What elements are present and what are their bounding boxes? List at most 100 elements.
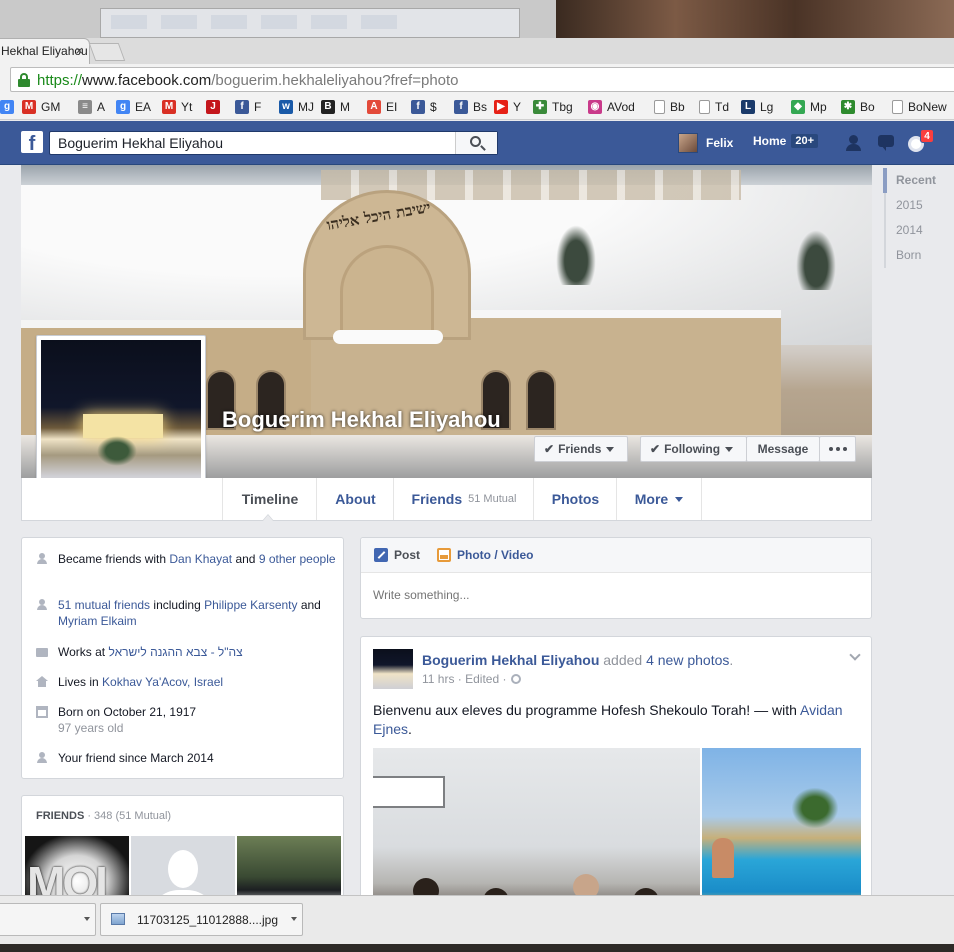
friends-card-header[interactable]: FRIENDS · 348 (51 Mutual) [36, 810, 171, 822]
people-icon [36, 553, 48, 565]
scrubber-item[interactable]: 2015 [886, 193, 954, 218]
check-icon: ✔ [650, 442, 661, 456]
tab-friends[interactable]: Friends 51 Mutual [393, 478, 534, 520]
tab-photos[interactable]: Photos [533, 478, 617, 520]
message-button[interactable]: Message [746, 436, 820, 462]
following-button[interactable]: ✔ Following [640, 436, 747, 462]
bookmark-label: Td [715, 100, 730, 114]
bookmark-item[interactable]: M GM [22, 100, 60, 114]
about-text: and [297, 598, 321, 612]
age-text: 97 years old [58, 721, 124, 735]
feed-story: Boguerim Hekhal Eliyahou added 4 new pho… [360, 636, 872, 926]
active-tab-pointer [262, 514, 274, 522]
scrubber-item[interactable]: Recent [883, 168, 954, 193]
maps-icon: ◆ [791, 100, 805, 114]
people-icon [36, 599, 48, 611]
composer-tab-photo[interactable]: Photo / Video [437, 548, 533, 562]
bookmark-item[interactable]: BM [321, 100, 350, 114]
chevron-down-icon[interactable] [291, 917, 297, 921]
bookmark-item[interactable]: Bb [654, 100, 685, 114]
lock-icon[interactable] [18, 73, 30, 87]
google-icon: g [116, 100, 130, 114]
friend-link[interactable]: Philippe Karsenty [204, 598, 297, 612]
messages-icon[interactable] [876, 133, 898, 153]
new-tab-button[interactable] [88, 43, 126, 61]
bookmark-item[interactable]: BoNew [892, 100, 947, 114]
bookmark-item[interactable]: ✱ Bo [841, 100, 875, 114]
background-window [0, 0, 556, 38]
bookmark-label: M [340, 100, 350, 114]
taskbar-strip [0, 944, 954, 952]
address-bar: https://www.facebook.com/boguerim.hekhal… [0, 64, 954, 94]
workplace-link[interactable]: צה"ל - צבא ההגנה לישראל [108, 645, 242, 659]
chevron-down-icon[interactable] [84, 917, 90, 921]
search-button[interactable] [455, 132, 497, 154]
bookmark-item[interactable]: J [206, 100, 225, 114]
story-timestamp[interactable]: 11 hrs · Edited · [422, 672, 506, 686]
check-icon: ✔ [544, 442, 555, 456]
download-item[interactable]: 11703125_11012888....jpg [100, 903, 303, 936]
background-window-strip [0, 0, 954, 38]
facebook-logo-icon[interactable]: f [21, 131, 43, 153]
background-ribbon [100, 8, 520, 38]
bookmark-label: AVod [607, 100, 635, 114]
tab-close-icon[interactable]: × [75, 43, 83, 58]
friends-button[interactable]: ✔ Friends [534, 436, 628, 462]
public-globe-icon[interactable] [511, 674, 522, 684]
profile-link[interactable]: Felix [678, 133, 733, 153]
location-link[interactable]: Kokhav Ya'Acov, Israel [102, 675, 223, 689]
story-author-link[interactable]: Boguerim Hekhal Eliyahou [422, 652, 599, 668]
scrubber-item[interactable]: 2014 [886, 218, 954, 243]
tab-timeline-label: Timeline [241, 491, 299, 507]
bookmark-item[interactable]: g [0, 100, 19, 114]
bookmark-label: Y [513, 100, 522, 114]
bookmark-item[interactable]: fF [235, 100, 261, 114]
notifications-globe-icon[interactable]: 4 [907, 129, 934, 153]
composer-tab-post[interactable]: Post [374, 548, 420, 562]
mutual-friends-link[interactable]: 51 mutual friends [58, 598, 150, 612]
page-title[interactable]: Boguerim Hekhal Eliyahou [222, 405, 522, 435]
facebook-icon: f [411, 100, 425, 114]
people-icon [36, 752, 48, 764]
friend-requests-icon[interactable] [843, 133, 865, 153]
bookmark-item[interactable]: f $ [411, 100, 437, 114]
download-item[interactable] [0, 903, 96, 936]
composer-tab-photo-label: Photo / Video [457, 548, 534, 562]
friend-link[interactable]: Myriam Elkaim [58, 614, 137, 628]
desktop-wallpaper [556, 0, 954, 38]
story-options-chevron-icon[interactable] [849, 649, 861, 661]
about-text: and [232, 552, 259, 566]
home-link[interactable]: Home 20+ [753, 134, 819, 148]
search-input[interactable] [50, 132, 456, 154]
tab-active[interactable]: Hekhal Eliyahou × [0, 38, 90, 64]
bookmark-item[interactable]: g EA [116, 100, 151, 114]
bookmark-item[interactable]: M Yt [162, 100, 192, 114]
tab-strip: Hekhal Eliyahou × [0, 38, 954, 64]
bookmark-item[interactable]: L Lg [741, 100, 773, 114]
tab-about[interactable]: About [316, 478, 394, 520]
bookmark-item[interactable]: ≡ A [78, 100, 105, 114]
url-text[interactable]: https://www.facebook.com/boguerim.hekhal… [37, 72, 459, 89]
bookmark-item[interactable]: ◆ Mp [791, 100, 827, 114]
new-photos-link[interactable]: 4 new photos [646, 652, 729, 668]
story-avatar[interactable] [373, 649, 413, 689]
others-link[interactable]: 9 other people [259, 552, 336, 566]
url-field[interactable]: https://www.facebook.com/boguerim.hekhal… [10, 67, 954, 92]
bookmark-item[interactable]: ✚ Tbg [533, 100, 573, 114]
bookmark-item[interactable]: Td [699, 100, 729, 114]
more-options-button[interactable] [819, 436, 856, 462]
friends-count: · 348 (51 Mutual) [84, 810, 172, 822]
bookmark-item[interactable]: ◉ AVod [588, 100, 635, 114]
avod-icon: ◉ [588, 100, 602, 114]
bookmark-item[interactable]: f Bs [454, 100, 487, 114]
bookmark-item[interactable]: A EI [367, 100, 397, 114]
bookmark-item[interactable]: w MJ [279, 100, 314, 114]
composer-input[interactable] [373, 588, 853, 602]
about-row-lives: Lives in Kokhav Ya'Acov, Israel [36, 674, 336, 690]
about-text: Works at [58, 645, 109, 659]
friends-title: FRIENDS [36, 810, 85, 822]
tab-more[interactable]: More [616, 478, 702, 520]
bookmark-item[interactable]: ▶ Y [494, 100, 521, 114]
friend-link[interactable]: Dan Khayat [169, 552, 232, 566]
scrubber-item[interactable]: Born [886, 243, 954, 268]
